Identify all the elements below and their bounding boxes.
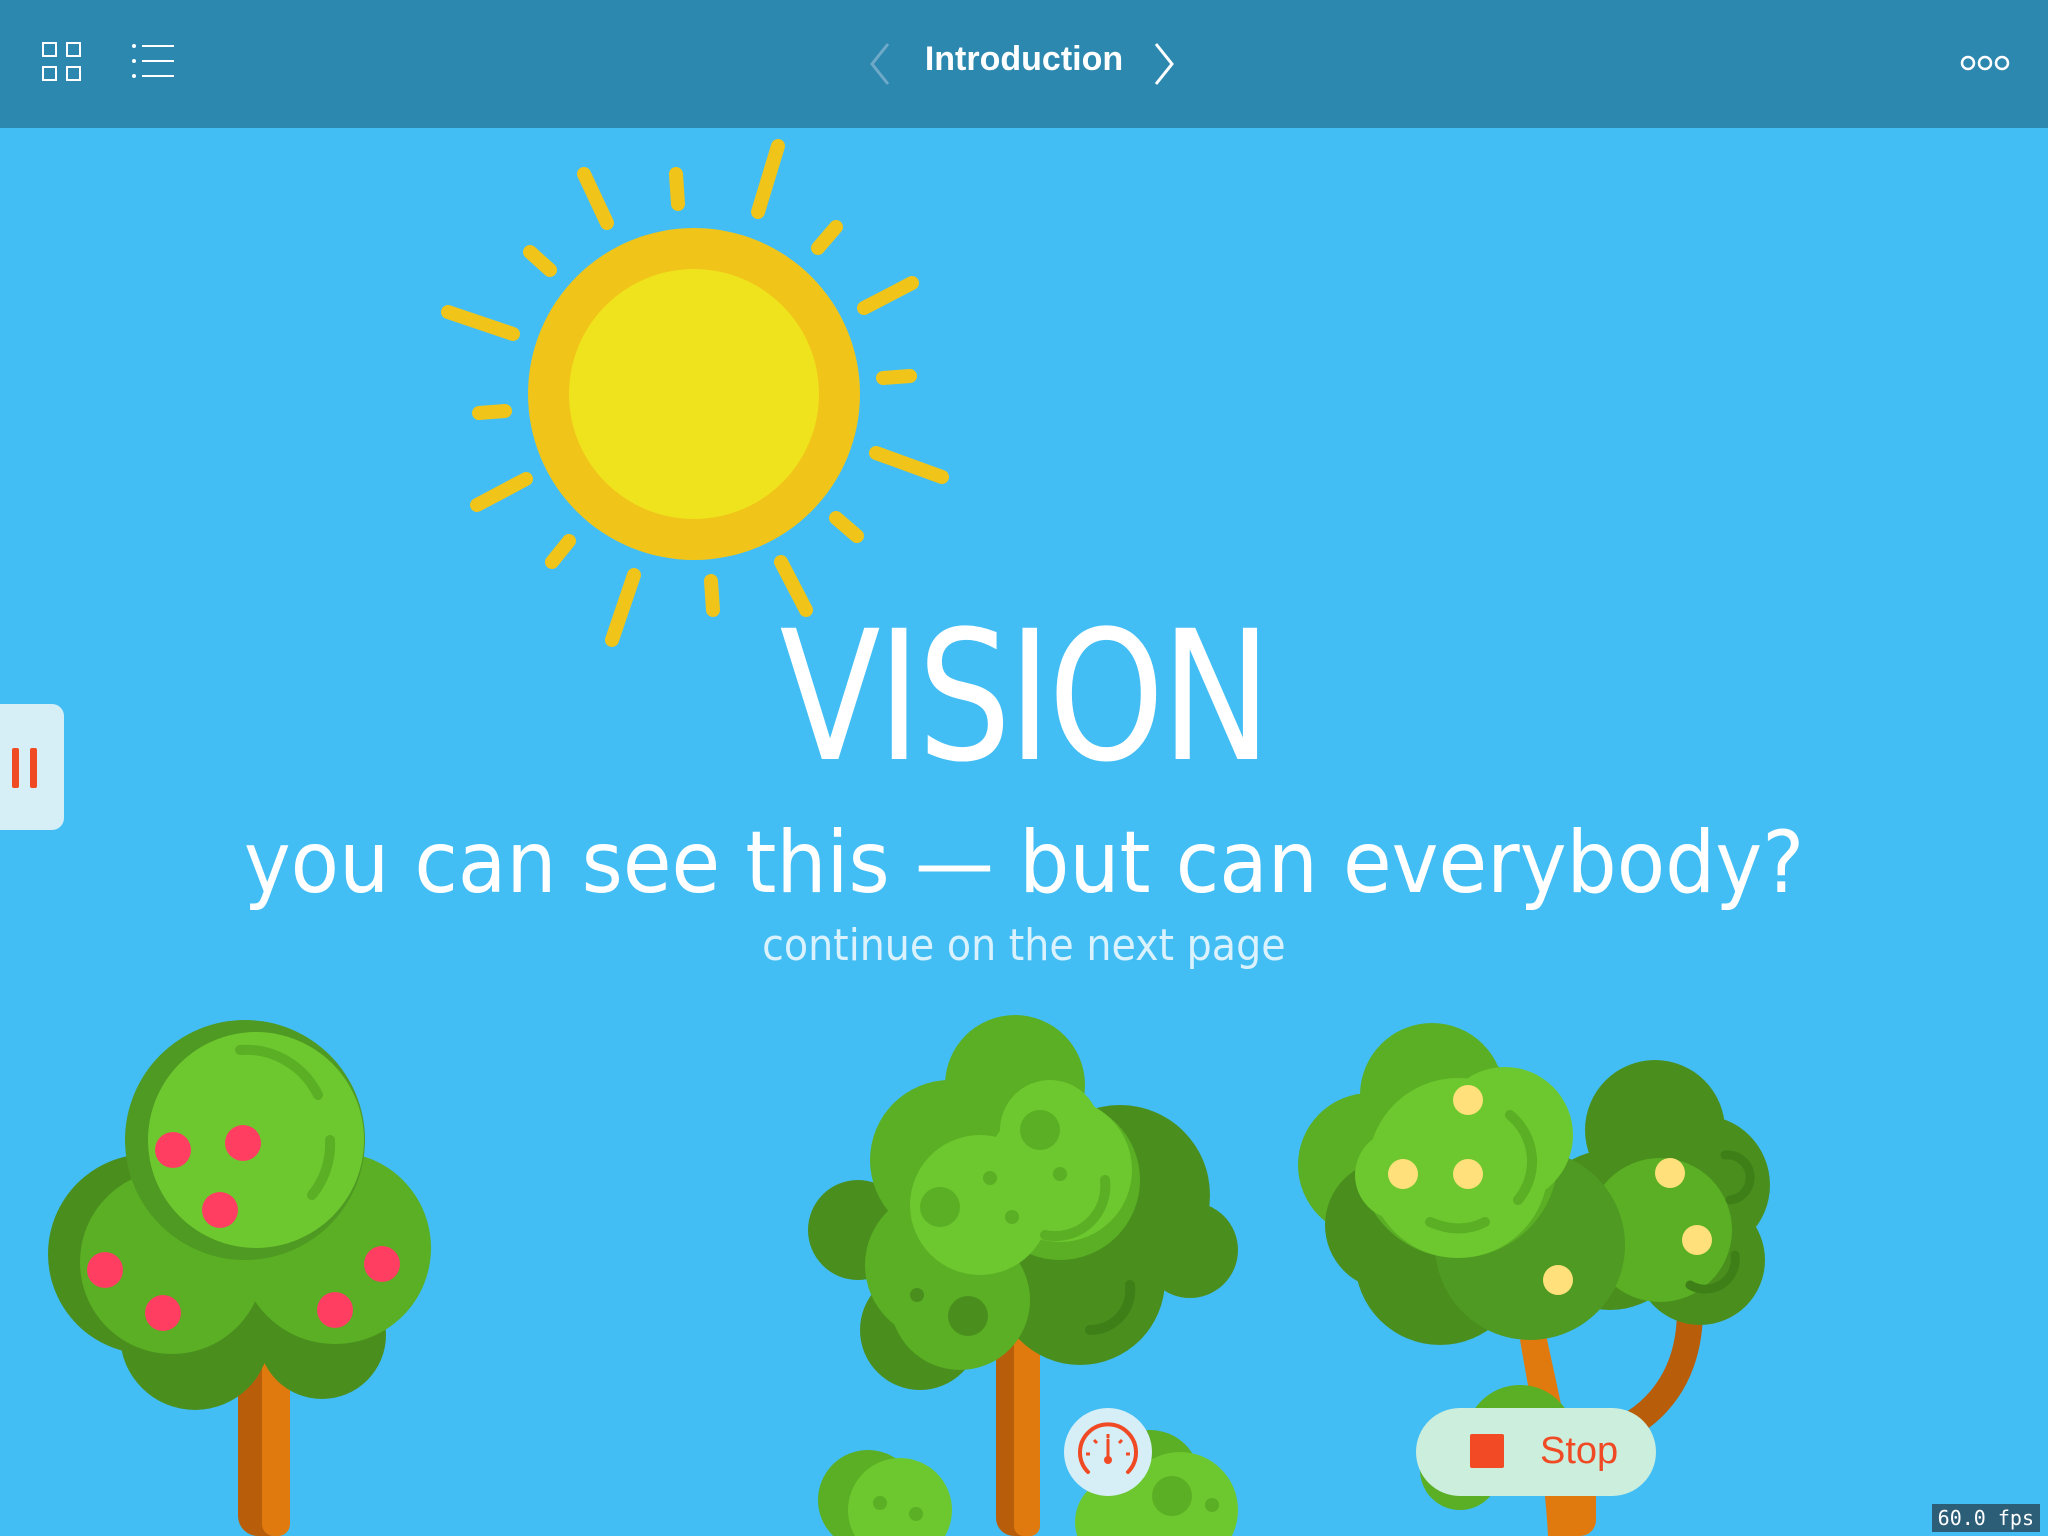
next-page-button[interactable] <box>1150 40 1178 88</box>
slide-hint: continue on the next page <box>762 920 1286 971</box>
speedometer-icon <box>1078 1422 1138 1474</box>
fps-counter: 60.0 fps <box>1931 1504 2040 1532</box>
more-button[interactable] <box>1960 50 2010 76</box>
chevron-right-icon <box>1154 43 1174 85</box>
slide-canvas: VISION you can see this — but can everyb… <box>0 128 2048 1536</box>
more-icon <box>1960 55 2010 71</box>
slide-heading: VISION <box>779 593 1272 802</box>
stop-icon <box>1470 1434 1504 1468</box>
pause-icon-bar <box>30 748 37 788</box>
slide-subtitle: you can see this — but can everybody? <box>243 813 1805 913</box>
toolbar: Introduction <box>0 0 2048 128</box>
apple-tree <box>48 1020 431 1536</box>
stop-button[interactable]: Stop <box>1416 1408 1656 1496</box>
sun-inner-disc <box>569 269 819 519</box>
pause-button[interactable] <box>0 704 64 830</box>
pause-icon <box>12 748 19 788</box>
speed-button[interactable] <box>1064 1408 1152 1496</box>
page-title: Introduction <box>924 40 1124 78</box>
stop-label: Stop <box>1540 1430 1619 1472</box>
